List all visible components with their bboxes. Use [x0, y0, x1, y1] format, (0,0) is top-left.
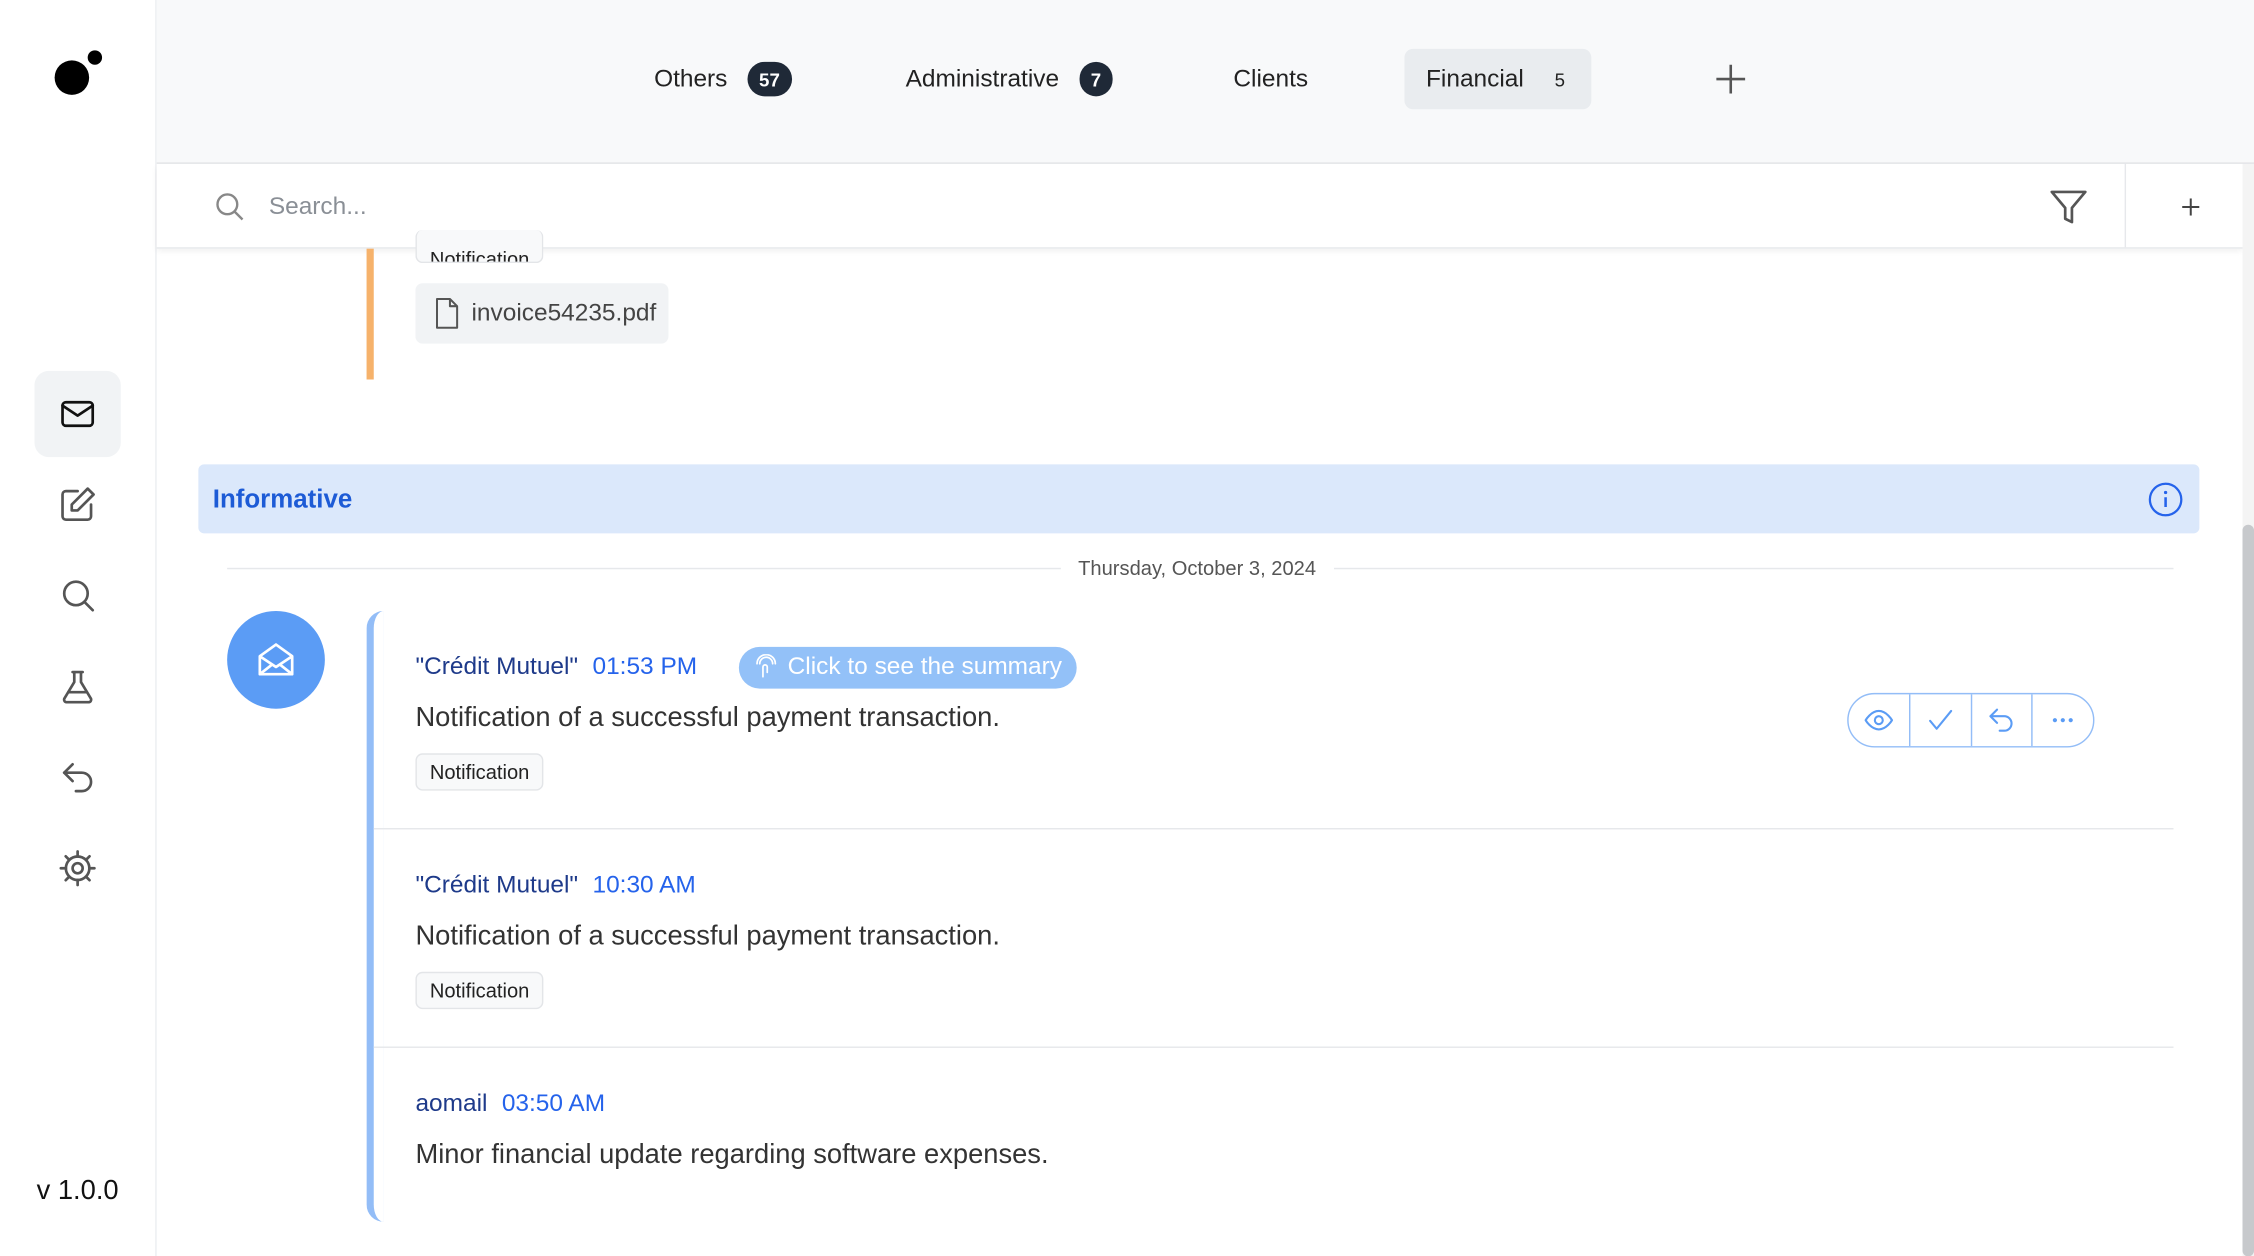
tab-label: Financial [1426, 64, 1524, 92]
message-preview[interactable]: Minor financial update regarding softwar… [415, 1140, 1048, 1172]
tab-financial[interactable]: Financial 5 [1404, 48, 1592, 110]
count-badge: 5 [1554, 68, 1565, 90]
message-header[interactable]: "Crédit Mutuel" 01:53 PM Click to see th… [415, 645, 1077, 688]
file-icon [435, 297, 459, 329]
sender-name: aomail [415, 1089, 488, 1117]
view-button[interactable] [1849, 694, 1911, 747]
count-badge: 57 [747, 61, 792, 97]
reply-button[interactable] [1972, 694, 2033, 747]
message-time: 01:53 PM [592, 652, 698, 680]
thread-accent-bar [366, 610, 384, 1222]
filter-icon[interactable] [2048, 187, 2088, 227]
flask-icon [62, 670, 93, 704]
undo-icon [62, 762, 93, 793]
tab-label: Clients [1233, 64, 1309, 92]
tag-notification: Notification [415, 971, 544, 1010]
search-input[interactable] [265, 184, 1997, 230]
count-badge: 7 [1079, 61, 1113, 97]
message-separator [373, 828, 2174, 830]
compose-icon [61, 487, 95, 521]
add-tab-icon[interactable] [1715, 63, 1747, 95]
tab-label: Administrative [905, 64, 1060, 92]
tag-notification: Notification [415, 230, 544, 264]
search-icon [62, 580, 95, 612]
sidebar: v 1.0.0 [0, 0, 157, 1256]
message-actions [1847, 692, 2095, 748]
more-icon [2052, 718, 2074, 723]
message-preview[interactable]: Notification of a successful payment tra… [415, 921, 999, 953]
settings-icon [59, 850, 96, 887]
section-header-informative: Informative [198, 464, 2200, 534]
sender-name: "Crédit Mutuel" [415, 652, 579, 680]
tag-notification: Notification [415, 753, 544, 791]
sidebar-item-undo[interactable] [35, 735, 121, 821]
tab-administrative[interactable]: Administrative 7 [888, 49, 1130, 109]
tab-others[interactable]: Others 57 [637, 49, 809, 109]
sidebar-item-inbox[interactable] [34, 370, 121, 458]
add-icon[interactable] [2182, 198, 2200, 216]
summary-label: Click to see the summary [787, 652, 1062, 680]
category-tabs-bar: Others 57 Administrative 7 Clients Financi… [156, 0, 2254, 164]
tab-label: Others [654, 64, 728, 92]
open-envelope-icon [258, 643, 294, 676]
summary-button[interactable]: Click to see the summary [738, 646, 1077, 688]
tab-clients[interactable]: Clients [1216, 49, 1325, 109]
check-icon [1928, 709, 1952, 730]
eye-icon [1864, 709, 1893, 731]
sidebar-item-lab[interactable] [35, 644, 121, 730]
sidebar-item-settings[interactable] [35, 825, 121, 911]
avatar [227, 610, 325, 709]
scrollbar-thumb[interactable] [2242, 524, 2254, 1256]
message-time: 10:30 AM [592, 871, 696, 899]
reply-icon [1989, 708, 2014, 732]
message-separator [373, 1046, 2174, 1048]
sidebar-item-search[interactable] [35, 552, 121, 638]
tap-icon [756, 654, 777, 678]
app-version: v 1.0.0 [36, 1175, 119, 1207]
date-divider: Thursday, October 3, 2024 [1060, 556, 1334, 580]
sender-name: "Crédit Mutuel" [415, 871, 579, 899]
divider [2124, 163, 2127, 248]
message-header[interactable]: aomail 03:50 AM [415, 1082, 605, 1125]
sidebar-item-compose[interactable] [35, 461, 121, 547]
search-icon [216, 193, 244, 221]
logo-icon [54, 50, 103, 95]
message-time: 03:50 AM [501, 1089, 606, 1117]
attachment-name: invoice54235.pdf [471, 299, 657, 327]
mail-icon [61, 400, 95, 428]
message-preview[interactable]: Notification of a successful payment tra… [415, 703, 999, 735]
attachment-chip[interactable]: invoice54235.pdf [415, 283, 669, 344]
section-accent-bar [366, 248, 374, 380]
tag-label: Notification [429, 247, 530, 264]
message-header[interactable]: "Crédit Mutuel" 10:30 AM [415, 864, 695, 907]
section-title: Informative [212, 484, 353, 514]
more-button[interactable] [2033, 694, 2093, 746]
info-icon[interactable] [2148, 482, 2184, 518]
mark-done-button[interactable] [1910, 694, 1972, 747]
